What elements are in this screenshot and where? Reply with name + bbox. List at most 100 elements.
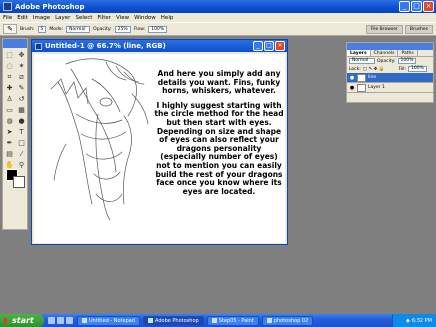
background-color-swatch[interactable] [13, 176, 25, 188]
eraser-tool-icon[interactable]: ▭ [4, 105, 15, 115]
tab-brushes[interactable]: Brushes [404, 25, 433, 34]
menu-edit[interactable]: Edit [17, 15, 28, 21]
taskbar-item-label: Untitled - Notepad [89, 317, 136, 324]
start-button[interactable]: start [0, 314, 44, 327]
magic-wand-tool-icon[interactable]: ✶ [16, 61, 27, 71]
minimize-button[interactable]: _ [399, 1, 410, 12]
crop-tool-icon[interactable]: ⌗ [4, 72, 15, 82]
opacity-input[interactable]: 25% [114, 25, 131, 33]
taskbar-item-label: photoshop 02 [273, 317, 309, 324]
menu-view[interactable]: View [116, 15, 129, 21]
palette-well: File Browser Brushes [365, 25, 433, 34]
taskbar-item-photoshop[interactable]: Adobe Photoshop [143, 315, 204, 326]
marquee-tool-icon[interactable]: ⬚ [4, 50, 15, 60]
menu-image[interactable]: Image [33, 15, 50, 21]
tab-channels[interactable]: Channels [371, 50, 399, 56]
type-tool-icon[interactable]: T [16, 127, 27, 137]
taskbar-item-notepad[interactable]: Untitled - Notepad [77, 315, 141, 326]
layer-name: Layer 1 [368, 85, 385, 90]
clone-stamp-tool-icon[interactable]: ♙ [4, 94, 15, 104]
layers-palette-header[interactable] [347, 43, 433, 50]
mode-label: Mode: [49, 26, 64, 32]
quick-launch [48, 317, 73, 324]
layer-opacity-label: Opacity: [377, 58, 396, 64]
menu-layer[interactable]: Layer [55, 15, 70, 21]
menu-help[interactable]: Help [161, 15, 174, 21]
pen-tool-icon[interactable]: ✒ [4, 138, 15, 148]
maximize-button[interactable]: □ [411, 1, 422, 12]
taskbar: start Untitled - Notepad Adobe Photoshop… [0, 314, 436, 327]
system-tray: ◆ 6:32 PM [392, 314, 436, 327]
gradient-tool-icon[interactable]: ▦ [16, 105, 27, 115]
document-icon [35, 42, 42, 50]
doc-maximize-button[interactable]: □ [264, 41, 274, 51]
document-title-bar[interactable]: Untitled-1 @ 66.7% (line, RGB) _ □ × [32, 40, 287, 52]
app-title-bar: Adobe Photoshop _ □ × [0, 0, 436, 13]
taskbar-item-label: Adobe Photoshop [155, 317, 199, 324]
quick-launch-media-icon[interactable] [66, 317, 73, 324]
window-controls: _ □ × [399, 1, 434, 12]
quick-launch-desktop-icon[interactable] [57, 317, 64, 324]
move-tool-icon[interactable]: ✥ [16, 50, 27, 60]
canvas[interactable]: And here you simply add any details you … [34, 54, 285, 243]
flow-input[interactable]: 100% [148, 25, 168, 33]
clock: 6:32 PM [411, 317, 432, 324]
menu-bar: File Edit Image Layer Select Filter View… [0, 13, 436, 22]
tutorial-text: And here you simply add any details you … [154, 69, 284, 202]
path-selection-tool-icon[interactable]: ➤ [4, 127, 15, 137]
photoshop-icon [148, 318, 154, 323]
brush-label: Brush: [20, 26, 35, 32]
menu-filter[interactable]: Filter [97, 15, 111, 21]
layer-row[interactable]: ● line [347, 73, 433, 83]
visibility-eye-icon[interactable]: ● [349, 75, 355, 81]
taskbar-item-folder[interactable]: photoshop 02 [261, 315, 314, 326]
lasso-tool-icon[interactable]: ◌ [4, 61, 15, 71]
layer-thumbnail [357, 73, 366, 82]
tutorial-paragraph-1: And here you simply add any details you … [157, 69, 281, 96]
toolbox: ⬚ ✥ ◌ ✶ ⌗ ⧄ ✚ ✎ ♙ ↺ ▭ ▦ ◍ ● ➤ T ✒ □ ▤ ⁄ … [2, 38, 28, 230]
layer-row[interactable]: ● Layer 1 [347, 83, 433, 93]
tab-paths[interactable]: Paths [398, 50, 418, 56]
eyedropper-tool-icon[interactable]: ⁄ [16, 149, 27, 159]
lock-label: Lock: [349, 66, 361, 72]
close-button[interactable]: × [423, 1, 434, 12]
history-brush-tool-icon[interactable]: ↺ [16, 94, 27, 104]
paint-icon [211, 318, 217, 323]
notes-tool-icon[interactable]: ▤ [4, 149, 15, 159]
document-title: Untitled-1 @ 66.7% (line, RGB) [45, 42, 166, 50]
brush-size-picker[interactable]: 5 [37, 25, 47, 33]
tray-icon[interactable]: ◆ [406, 318, 410, 324]
taskbar-item-label: Step05 - Paint [218, 317, 254, 324]
blur-tool-icon[interactable]: ◍ [4, 116, 15, 126]
tab-file-browser[interactable]: File Browser [365, 25, 403, 34]
fill-input[interactable]: 100% [408, 66, 427, 72]
tutorial-paragraph-2: I highly suggest starting with the circl… [154, 100, 284, 196]
menu-select[interactable]: Select [75, 15, 92, 21]
brush-tool-icon[interactable]: ✎ [16, 83, 27, 93]
quick-launch-browser-icon[interactable] [48, 317, 55, 324]
menu-file[interactable]: File [3, 15, 12, 21]
menu-window[interactable]: Window [134, 15, 156, 21]
healing-brush-tool-icon[interactable]: ✚ [4, 83, 15, 93]
dodge-tool-icon[interactable]: ● [16, 116, 27, 126]
blend-mode-select[interactable]: Normal [349, 58, 375, 64]
layer-thumbnail [357, 83, 366, 92]
doc-close-button[interactable]: × [275, 41, 285, 51]
slice-tool-icon[interactable]: ⧄ [16, 72, 27, 82]
doc-minimize-button[interactable]: _ [253, 41, 263, 51]
mode-select[interactable]: Normal [66, 25, 91, 33]
shape-tool-icon[interactable]: □ [16, 138, 27, 148]
start-label: start [12, 316, 34, 325]
fill-label: Fill: [398, 66, 406, 72]
document-window: Untitled-1 @ 66.7% (line, RGB) _ □ × And… [31, 39, 288, 245]
photoshop-icon [3, 2, 12, 11]
layer-opacity-input[interactable]: 100% [397, 58, 417, 64]
layer-name: line [368, 75, 377, 80]
toolbox-header[interactable] [3, 39, 27, 48]
lock-icons[interactable]: ▢ ✎ ✥ 🔒 [363, 67, 385, 72]
tab-layers[interactable]: Layers [347, 50, 371, 56]
folder-icon [266, 318, 272, 323]
taskbar-item-paint[interactable]: Step05 - Paint [206, 315, 259, 326]
brush-tool-preset-icon[interactable]: ✎ [3, 24, 17, 34]
visibility-eye-icon[interactable]: ● [349, 85, 355, 91]
